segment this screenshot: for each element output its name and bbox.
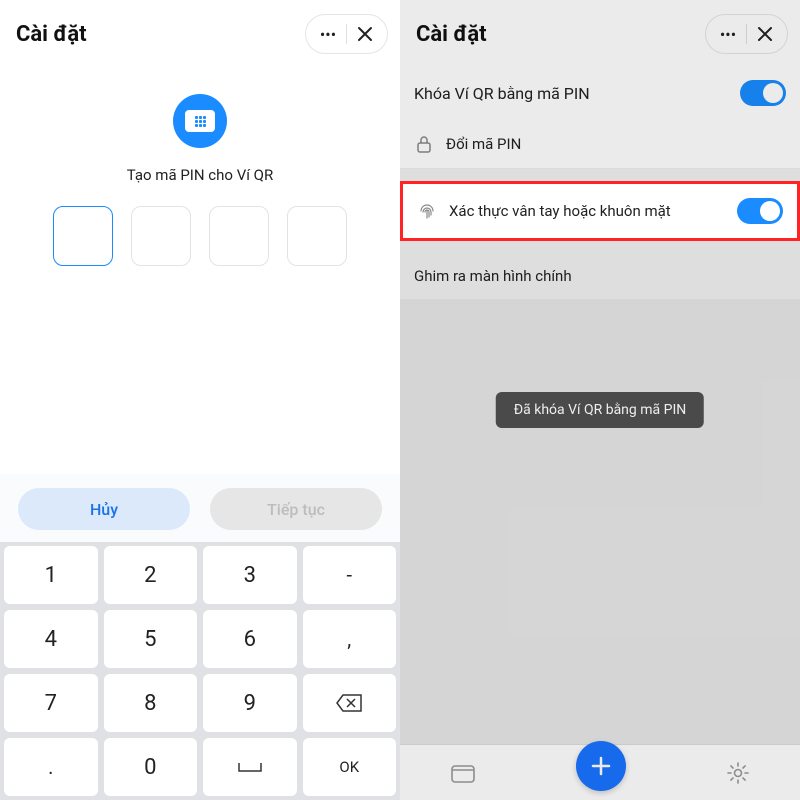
key-2[interactable]: 2 [104,546,198,604]
pin-digit-3[interactable] [209,206,269,266]
key-dot[interactable]: . [4,738,98,796]
key-4[interactable]: 4 [4,610,98,668]
more-button[interactable]: ••• [712,21,744,47]
key-comma[interactable]: , [303,610,397,668]
key-0[interactable]: 0 [104,738,198,796]
key-9[interactable]: 9 [203,674,297,732]
setting-lock-pin[interactable]: Khóa Ví QR bằng mã PIN [400,64,800,120]
fab-add[interactable] [576,741,626,791]
wallet-qr-icon [173,94,227,148]
header: Cài đặt ••• [0,0,400,64]
more-icon: ••• [320,25,336,44]
pin-input-boxes [53,206,347,266]
spacer [0,286,400,474]
header-actions: ••• [305,14,388,54]
header: Cài đặt ••• [400,0,800,64]
setting-change-pin[interactable]: Đổi mã PIN [400,120,800,169]
backspace-icon [336,694,362,712]
action-buttons: Hủy Tiếp tục [0,474,400,542]
lock-icon [414,134,434,154]
continue-button[interactable]: Tiếp tục [210,488,382,530]
key-1[interactable]: 1 [4,546,98,604]
setting-label: Khóa Ví QR bằng mã PIN [414,84,740,103]
key-6[interactable]: 6 [203,610,297,668]
key-backspace[interactable] [303,674,397,732]
more-icon: ••• [720,25,736,44]
key-spacebar[interactable] [203,738,297,796]
key-8[interactable]: 8 [104,674,198,732]
pin-setup-screen: Cài đặt ••• Tạo mã PIN cho Ví QR Hủy [0,0,400,800]
setting-biometric[interactable]: Xác thực vân tay hoặc khuôn mặt [400,181,800,241]
plus-icon [590,755,612,777]
pin-digit-2[interactable] [131,206,191,266]
divider [746,24,747,44]
divider [346,24,347,44]
key-7[interactable]: 7 [4,674,98,732]
toggle-on[interactable] [737,198,783,224]
setting-label: Đổi mã PIN [446,135,786,153]
close-button[interactable] [349,21,381,47]
setting-label: Xác thực vân tay hoặc khuôn mặt [449,202,725,220]
key-dash[interactable]: - [303,546,397,604]
page-title: Cài đặt [416,22,487,47]
pin-prompt: Tạo mã PIN cho Ví QR [127,166,274,184]
bottom-tab-bar [400,744,800,800]
pin-digit-4[interactable] [287,206,347,266]
key-5[interactable]: 5 [104,610,198,668]
gear-icon [726,761,750,785]
header-actions: ••• [705,14,788,54]
pin-digit-1[interactable] [53,206,113,266]
setting-pin-home[interactable]: Ghim ra màn hình chính [400,253,800,299]
key-ok[interactable]: OK [303,738,397,796]
setting-label: Ghim ra màn hình chính [414,267,786,285]
more-button[interactable]: ••• [312,21,344,47]
close-icon [757,26,773,42]
close-button[interactable] [749,21,781,47]
tab-settings[interactable] [726,761,750,785]
page-title: Cài đặt [16,22,87,47]
settings-list: Đổi mã PIN Xác thực vân tay hoặc khuôn m… [400,120,800,299]
toast-message: Đã khóa Ví QR bằng mã PIN [496,392,704,428]
key-3[interactable]: 3 [203,546,297,604]
tab-wallet[interactable] [450,762,476,784]
space-icon [237,761,263,773]
numeric-keypad: 1 2 3 - 4 5 6 , 7 8 9 . 0 OK [0,542,400,800]
cancel-button[interactable]: Hủy [18,488,190,530]
toggle-on[interactable] [740,80,786,106]
wallet-icon [450,762,476,784]
settings-screen: Cài đặt ••• Khóa Ví QR bằng mã PIN Đổi m… [400,0,800,800]
pin-setup-area: Tạo mã PIN cho Ví QR [0,64,400,286]
close-icon [357,26,373,42]
fingerprint-icon [417,201,437,221]
